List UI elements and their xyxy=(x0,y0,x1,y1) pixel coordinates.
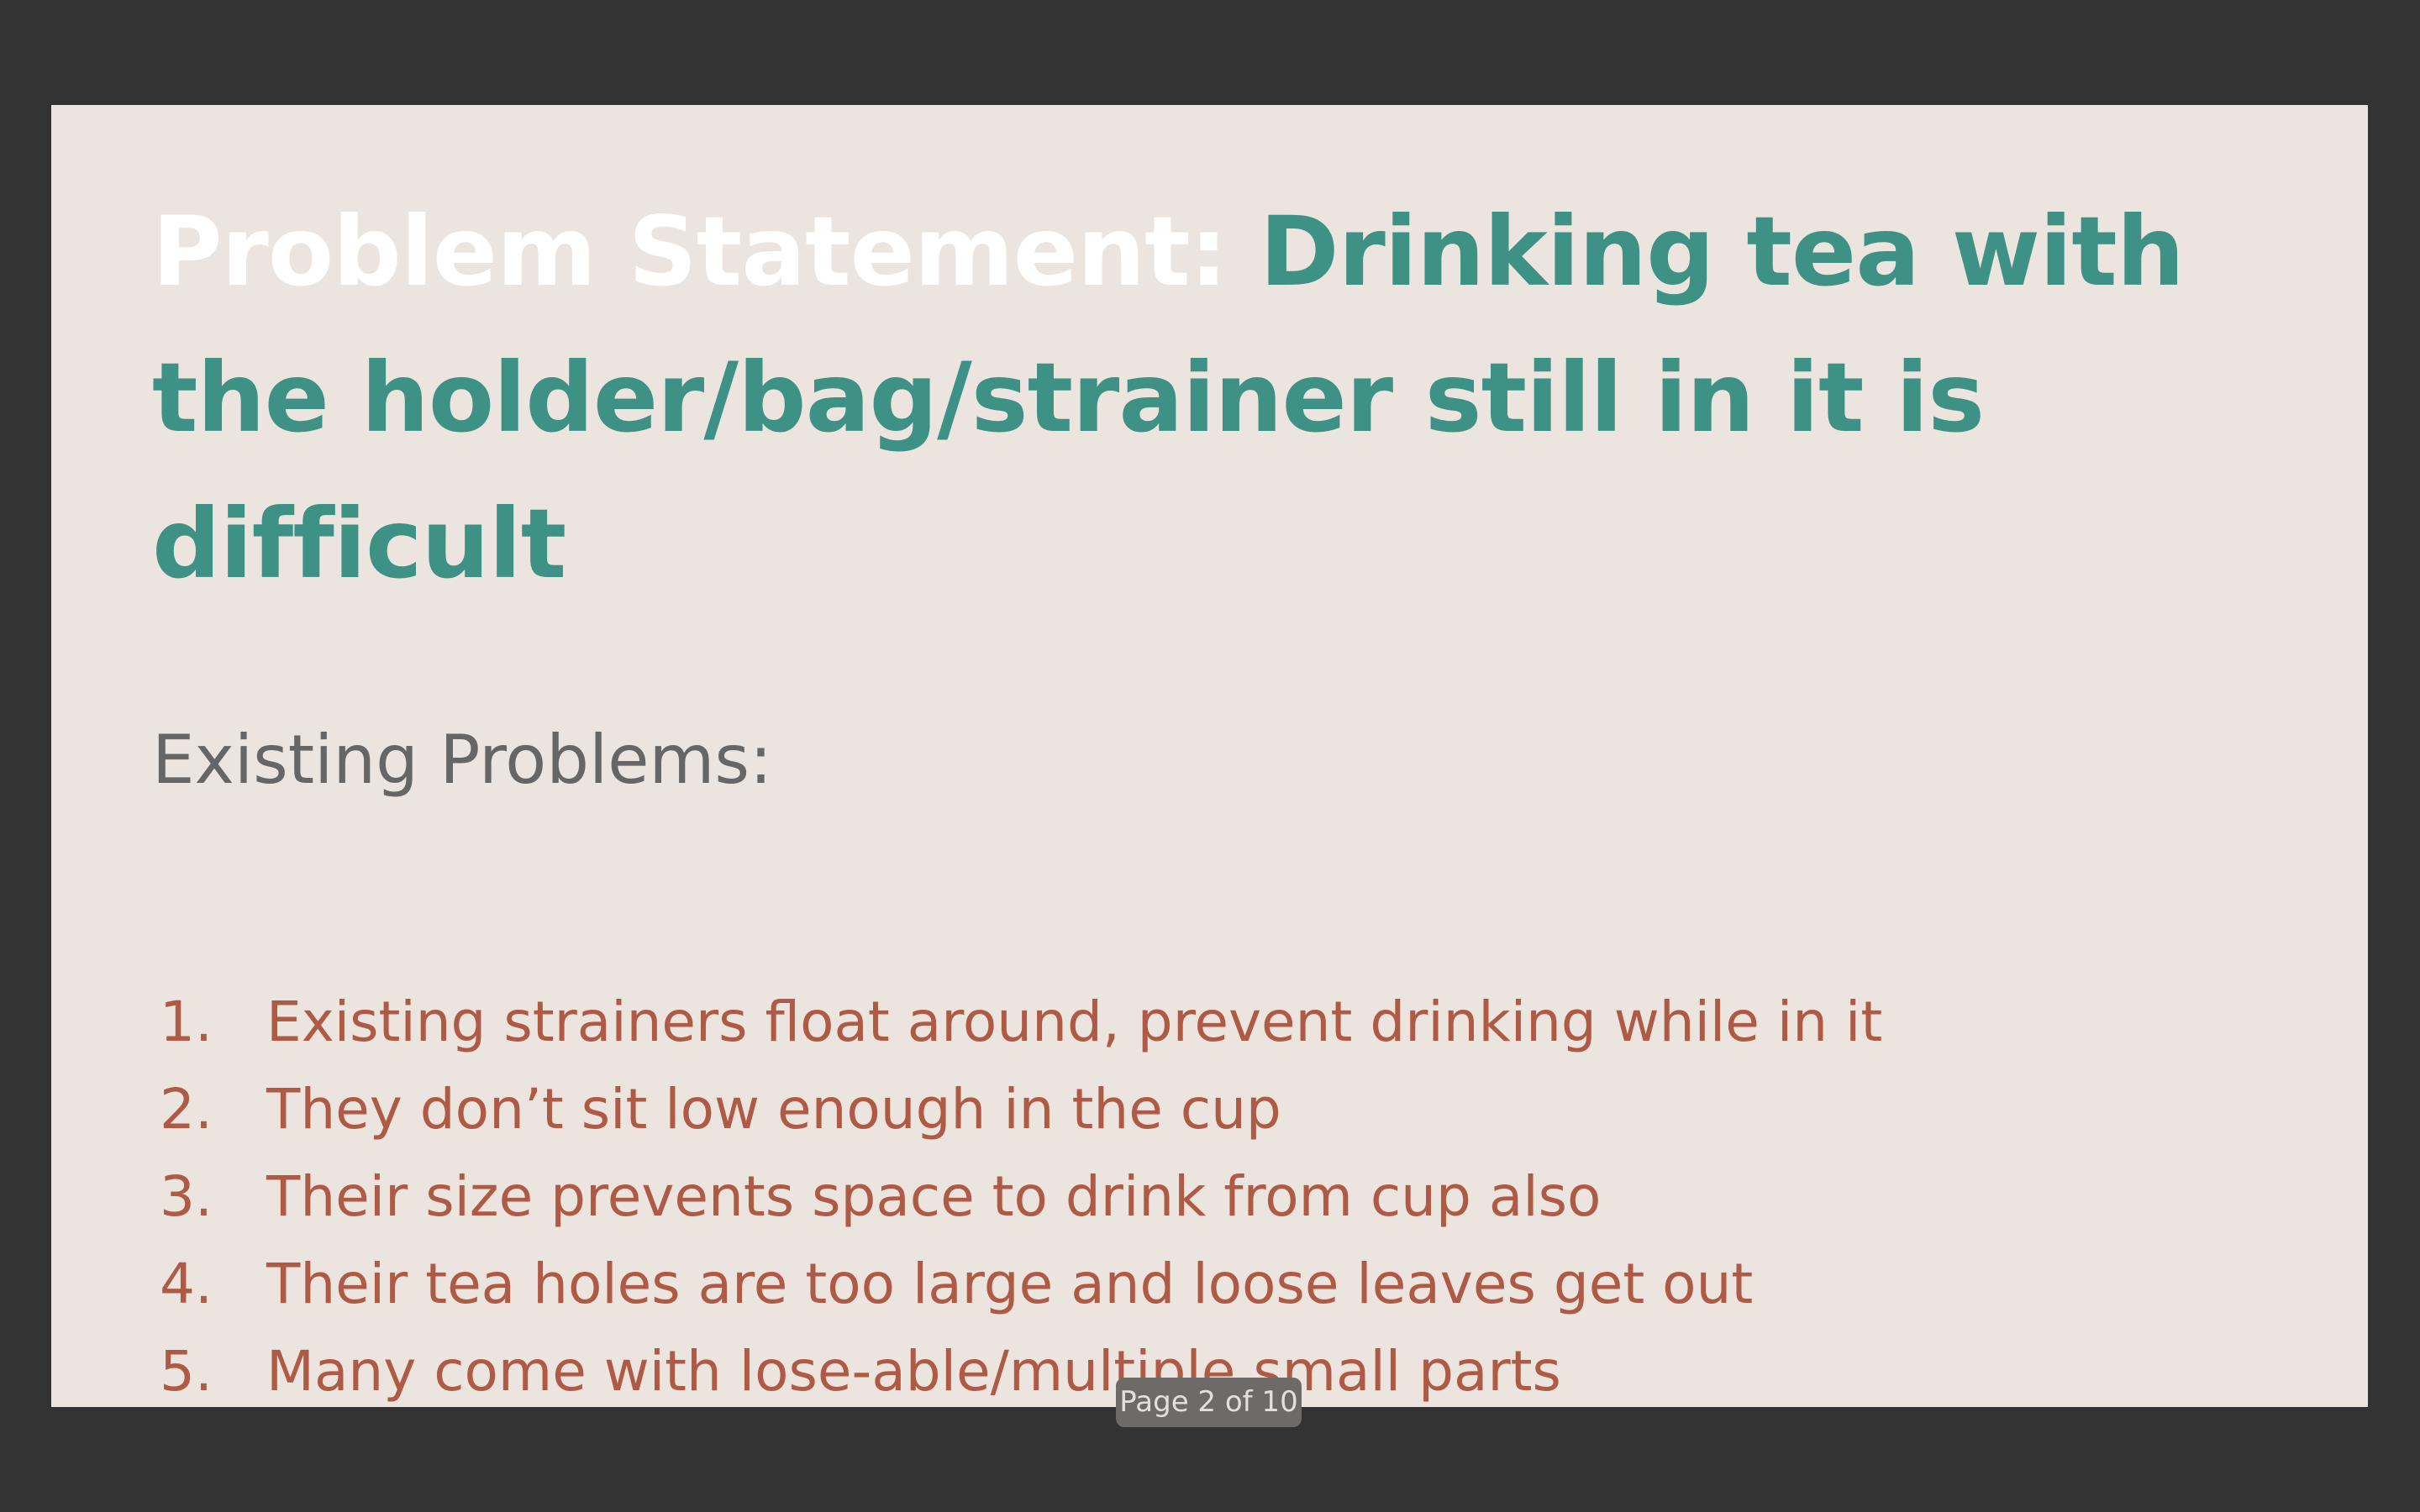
list-item-number: 5. xyxy=(160,1339,213,1404)
list-item-number: 1. xyxy=(160,990,213,1054)
slide: Problem Statement: Drinking tea with the… xyxy=(51,105,2368,1407)
list-item: 3. Their size prevents space to drink fr… xyxy=(152,1153,1882,1241)
list-item: 1. Existing strainers float around, prev… xyxy=(152,979,1882,1066)
list-item: 4. Their tea holes are too large and loo… xyxy=(152,1241,1882,1328)
list-item: 5. Many come with lose-able/multiple sma… xyxy=(152,1328,1882,1407)
list-item-text: They don’t sit low enough in the cup xyxy=(266,1077,1281,1142)
list-item-text: Existing strainers float around, prevent… xyxy=(266,990,1883,1054)
list-item-text: Their tea holes are too large and loose … xyxy=(266,1252,1754,1316)
list-item-number: 3. xyxy=(160,1164,213,1229)
page-indicator: Page 2 of 10 xyxy=(1116,1378,1302,1427)
slide-title: Problem Statement: Drinking tea with the… xyxy=(152,179,2303,617)
presentation-viewer: Problem Statement: Drinking tea with the… xyxy=(0,0,2420,1512)
list-item-text: Their size prevents space to drink from … xyxy=(266,1164,1602,1229)
problem-list: 1. Existing strainers float around, prev… xyxy=(152,979,1882,1407)
list-item-text: Many come with lose-able/multiple small … xyxy=(266,1339,1561,1404)
list-item-number: 2. xyxy=(160,1077,213,1142)
slide-subheading: Existing Problems: xyxy=(152,721,773,799)
list-item: 2. They don’t sit low enough in the cup xyxy=(152,1066,1882,1153)
list-item-number: 4. xyxy=(160,1252,213,1316)
slide-title-lead: Problem Statement: xyxy=(152,196,1260,307)
